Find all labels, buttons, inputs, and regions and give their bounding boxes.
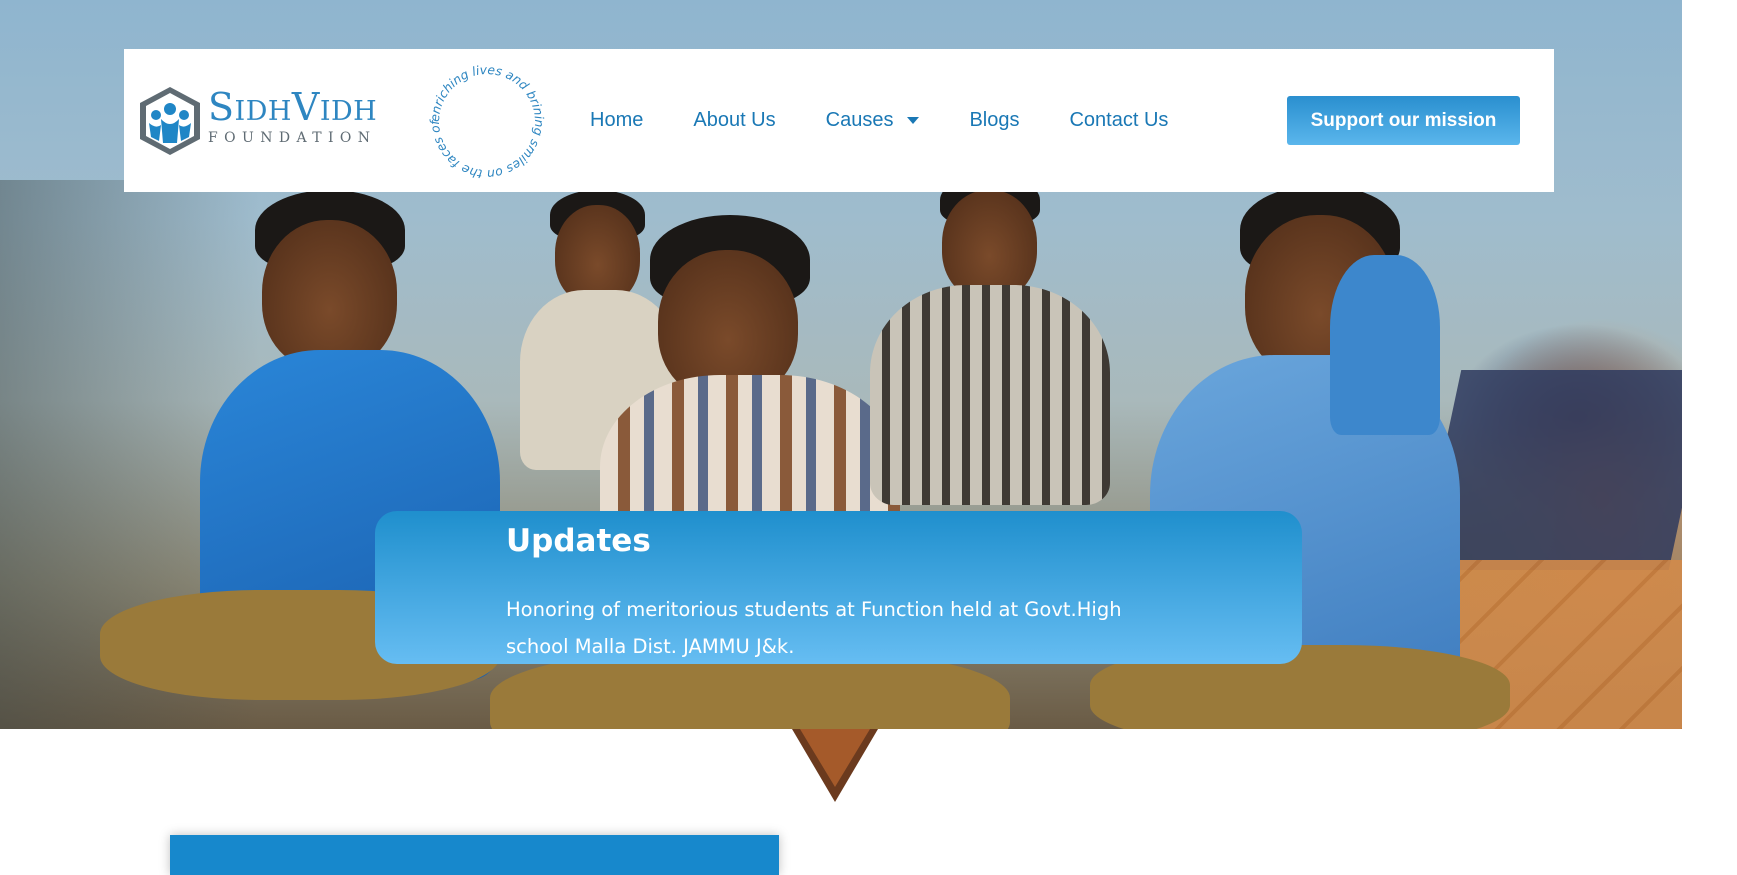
content-card [170,835,779,875]
nav-label: Blogs [969,109,1020,131]
updates-title: Updates [506,523,651,559]
updates-card: Updates Honoring of meritorious students… [375,511,1302,664]
nav-label: About Us [693,109,776,131]
nav-label: Contact Us [1069,109,1169,131]
people-hexagon-icon[interactable] [137,85,203,157]
tagline-text: enriching lives and brining smiles on th… [417,46,546,181]
brand-subtitle: FOUNDATION [208,130,377,146]
brand-name: SidhVidh [208,85,378,129]
nav-causes[interactable]: Causes [826,109,920,132]
hero-pointer-inner [800,729,870,787]
tagline-badge: enriching lives and brining smiles on th… [417,46,552,187]
nav-label: Causes [825,109,894,131]
site-header: SidhVidh FOUNDATION enriching lives and … [124,46,1554,192]
caret-down-icon[interactable] [907,117,920,124]
nav-about-us[interactable]: About Us [693,109,775,132]
nav-label: Home [590,109,644,131]
main-nav: Home About Us Causes Blogs Contact Us [590,49,1218,192]
nav-blogs[interactable]: Blogs [969,109,1019,132]
updates-text: Honoring of meritorious students at Func… [506,598,1122,658]
svg-text:enriching lives and brining sm: enriching lives and brining smiles on th… [422,57,546,181]
logo[interactable]: SidhVidh FOUNDATION [208,87,377,147]
support-mission-button[interactable]: Support our mission [1287,96,1520,145]
nav-contact-us[interactable]: Contact Us [1069,109,1168,132]
nav-home[interactable]: Home [590,109,643,132]
